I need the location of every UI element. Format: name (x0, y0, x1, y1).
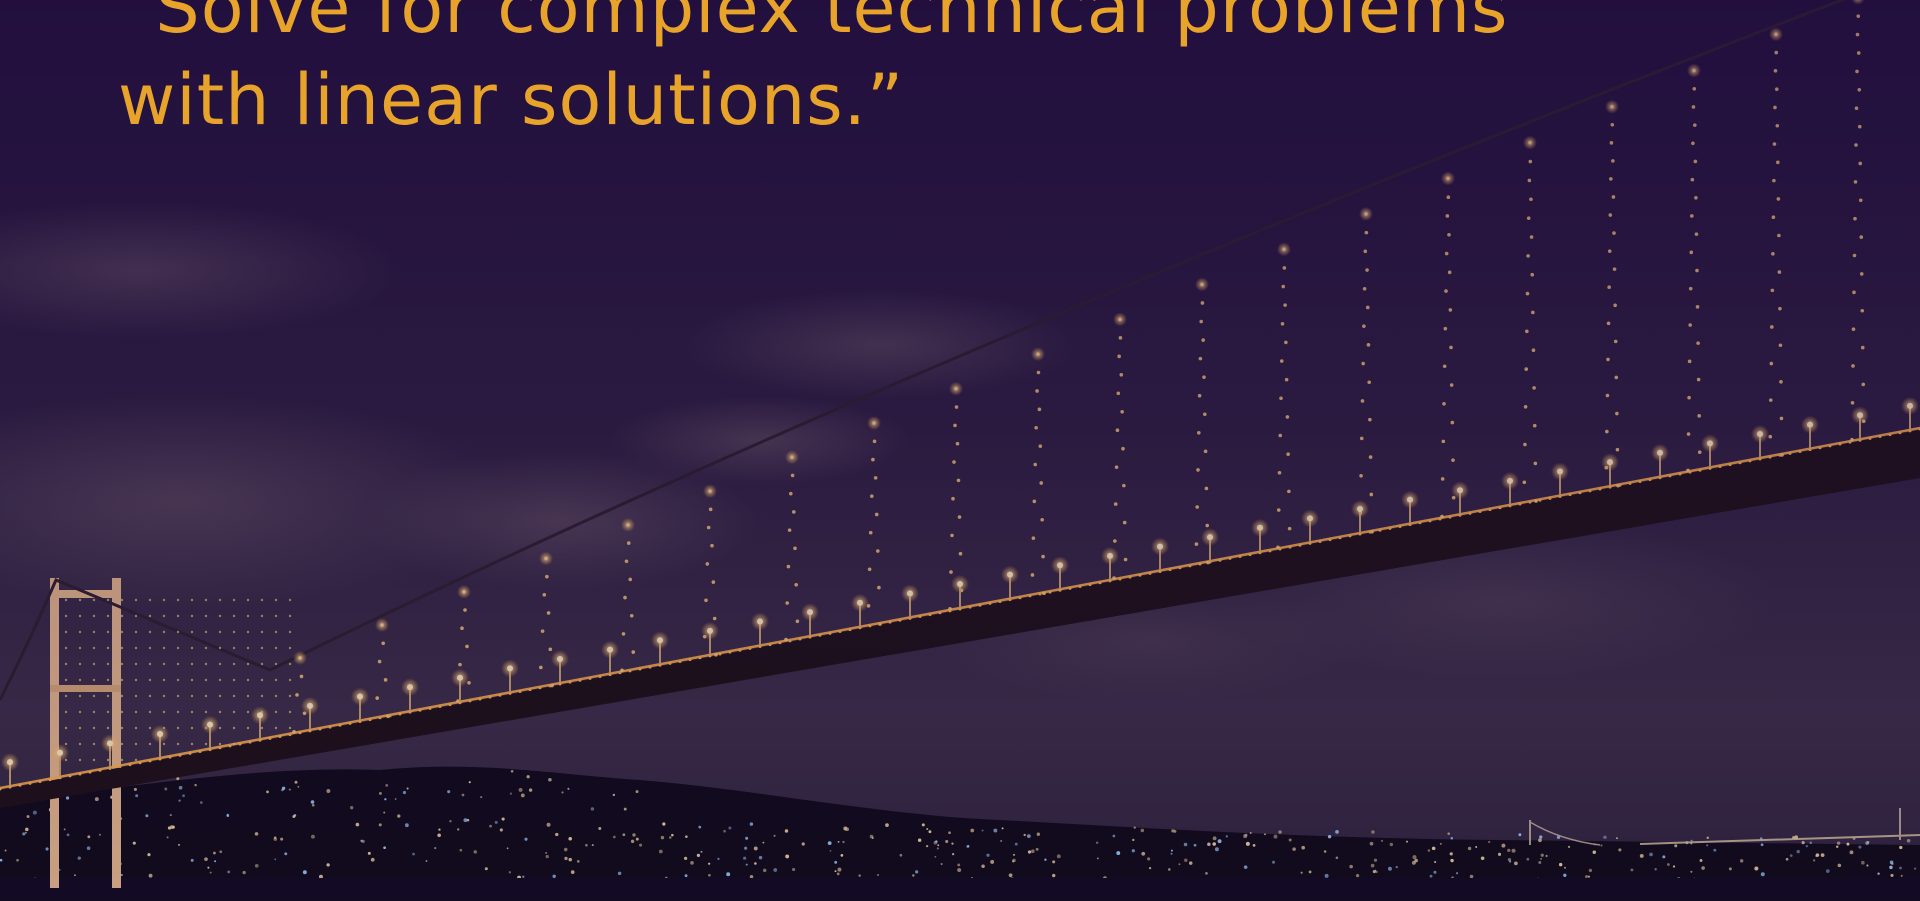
quote-text: “Solve for complex technical problems wi… (118, 0, 1818, 146)
quote-line-2: with linear solutions.” (118, 59, 905, 141)
quote-line-1: “Solve for complex technical problems (118, 0, 1509, 49)
hero-banner: “Solve for complex technical problems wi… (0, 0, 1920, 901)
